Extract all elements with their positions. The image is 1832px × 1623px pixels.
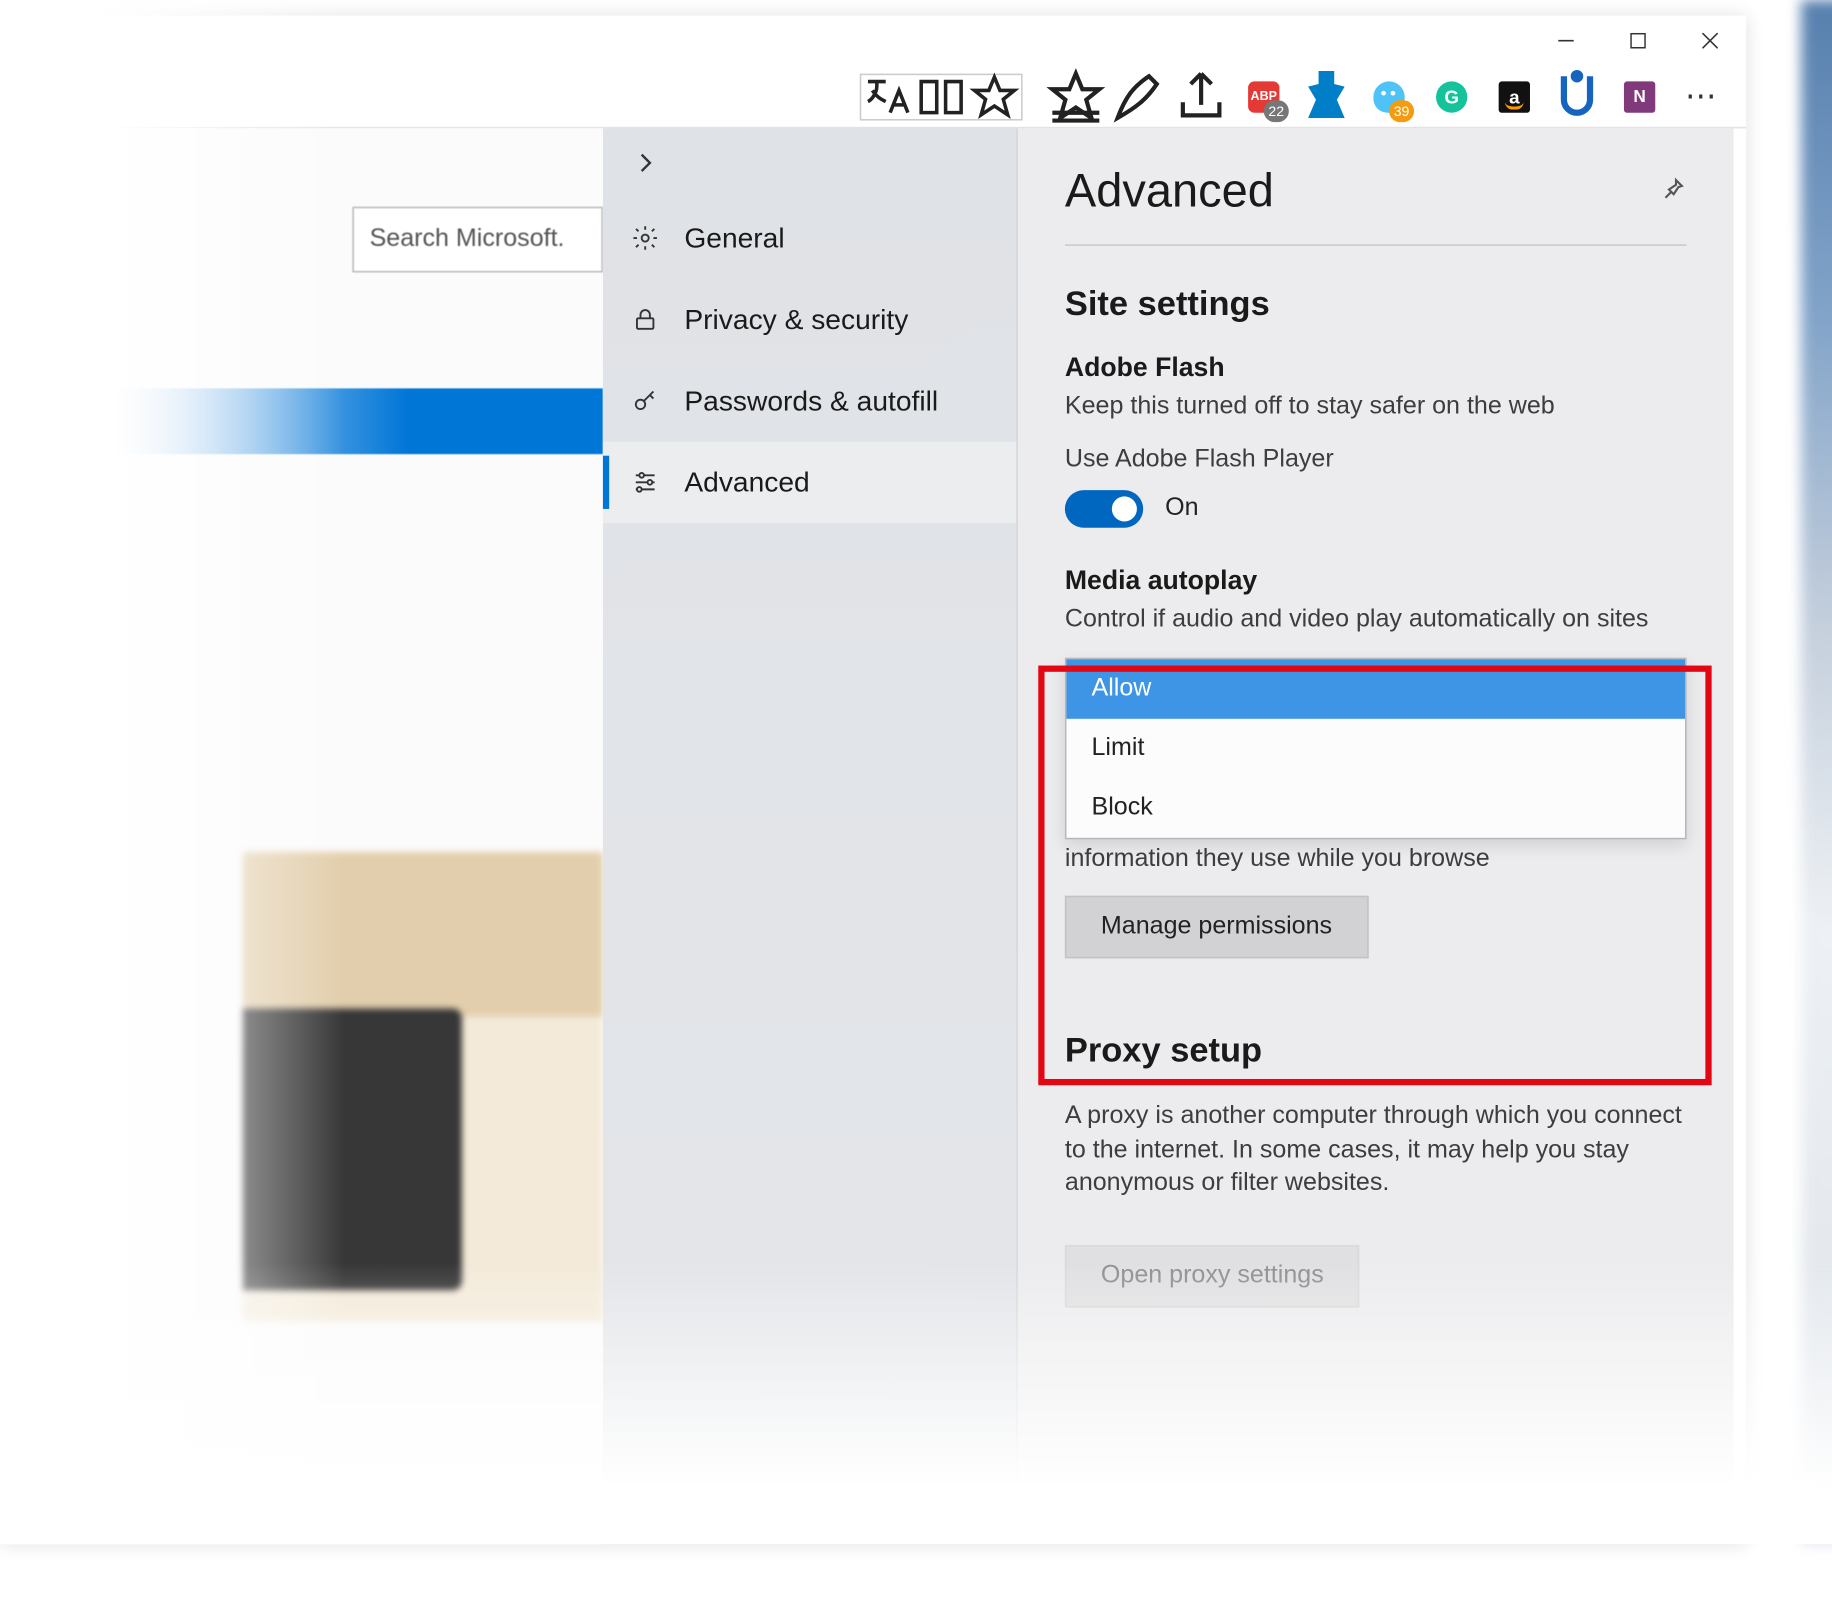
- sliders-icon: [628, 468, 662, 496]
- flash-toggle-state: On: [1165, 494, 1198, 522]
- ghostery-extension-icon[interactable]: 39: [1358, 65, 1421, 128]
- proxy-heading: Proxy setup: [1065, 1031, 1687, 1072]
- edge-window: ABP 22 39 G a N ⋯: [0, 16, 1746, 1544]
- window-close-button[interactable]: [1674, 16, 1746, 66]
- settings-back-button[interactable]: [603, 128, 1016, 197]
- adblock-extension-icon[interactable]: ABP 22: [1232, 65, 1295, 128]
- grammarly-extension-icon[interactable]: G: [1420, 65, 1483, 128]
- extension-icon[interactable]: [1546, 65, 1609, 128]
- translate-icon[interactable]: [861, 74, 914, 118]
- permissions-desc-fragment: information they use while you browse: [1065, 846, 1687, 874]
- settings-detail-panel: Advanced Site settings Adobe Flash Keep …: [1018, 128, 1734, 1544]
- detail-title: Advanced: [1065, 166, 1274, 219]
- key-icon: [628, 387, 662, 415]
- window-titlebar: [0, 16, 1746, 66]
- pin-panel-icon[interactable]: [1658, 175, 1686, 211]
- flash-desc: Keep this turned off to stay safer on th…: [1065, 390, 1687, 424]
- lock-icon: [628, 305, 662, 333]
- flash-title: Adobe Flash: [1065, 352, 1687, 383]
- flash-toggle-label: Use Adobe Flash Player: [1065, 446, 1687, 474]
- settings-sidebar: General Privacy & security Passwords & a…: [603, 128, 1018, 1544]
- media-autoplay-dropdown[interactable]: Allow Limit Block: [1065, 658, 1687, 840]
- sidebar-item-general[interactable]: General: [603, 197, 1016, 278]
- proxy-desc: A proxy is another computer through whic…: [1065, 1100, 1687, 1201]
- sidebar-item-label: General: [684, 222, 784, 255]
- adblock-badge: 22: [1264, 99, 1289, 121]
- more-menu-glyph: ⋯: [1685, 77, 1719, 116]
- rewards-extension-icon[interactable]: [1295, 65, 1358, 128]
- address-bar-actions: [860, 73, 1023, 120]
- window-minimize-button[interactable]: [1530, 16, 1602, 66]
- media-autoplay-desc: Control if audio and video play automati…: [1065, 602, 1687, 636]
- flash-toggle[interactable]: [1065, 490, 1143, 528]
- window-maximize-button[interactable]: [1602, 16, 1674, 66]
- sidebar-item-privacy[interactable]: Privacy & security: [603, 279, 1016, 360]
- page-product-image: [243, 852, 603, 1322]
- sidebar-item-label: Passwords & autofill: [684, 384, 938, 417]
- sidebar-item-advanced[interactable]: Advanced: [603, 442, 1016, 523]
- dropdown-option-allow[interactable]: Allow: [1066, 660, 1685, 720]
- dropdown-option-limit[interactable]: Limit: [1066, 719, 1685, 779]
- sidebar-item-label: Privacy & security: [684, 303, 908, 336]
- desktop-background-strip: [1801, 0, 1832, 1544]
- onenote-extension-icon[interactable]: N: [1608, 65, 1671, 128]
- share-icon[interactable]: [1170, 65, 1233, 128]
- chevron-right-icon: [628, 149, 662, 177]
- page-search-placeholder: Search Microsoft.: [370, 226, 565, 254]
- gear-icon: [628, 224, 662, 252]
- site-settings-heading: Site settings: [1065, 283, 1687, 324]
- page-accent-bar: [117, 388, 602, 454]
- browser-toolbar: ABP 22 39 G a N ⋯: [0, 66, 1746, 129]
- detail-header: Advanced: [1065, 166, 1687, 246]
- page-background: Search Microsoft.: [0, 128, 603, 1544]
- dropdown-option-block[interactable]: Block: [1066, 779, 1685, 839]
- add-favorite-star-icon[interactable]: [968, 74, 1021, 118]
- web-notes-icon[interactable]: [1107, 65, 1170, 128]
- ghostery-badge: 39: [1389, 99, 1414, 121]
- open-proxy-settings-button[interactable]: Open proxy settings: [1065, 1245, 1360, 1308]
- sidebar-item-label: Advanced: [684, 466, 809, 499]
- more-menu-icon[interactable]: ⋯: [1671, 65, 1734, 128]
- page-search-box[interactable]: Search Microsoft.: [352, 207, 603, 273]
- sidebar-item-passwords[interactable]: Passwords & autofill: [603, 360, 1016, 441]
- manage-permissions-button[interactable]: Manage permissions: [1065, 896, 1368, 959]
- amazon-extension-icon[interactable]: a: [1483, 65, 1546, 128]
- media-autoplay-title: Media autoplay: [1065, 565, 1687, 596]
- favorites-icon[interactable]: [1045, 65, 1108, 128]
- reading-view-icon[interactable]: [915, 74, 968, 118]
- active-indicator: [603, 456, 609, 509]
